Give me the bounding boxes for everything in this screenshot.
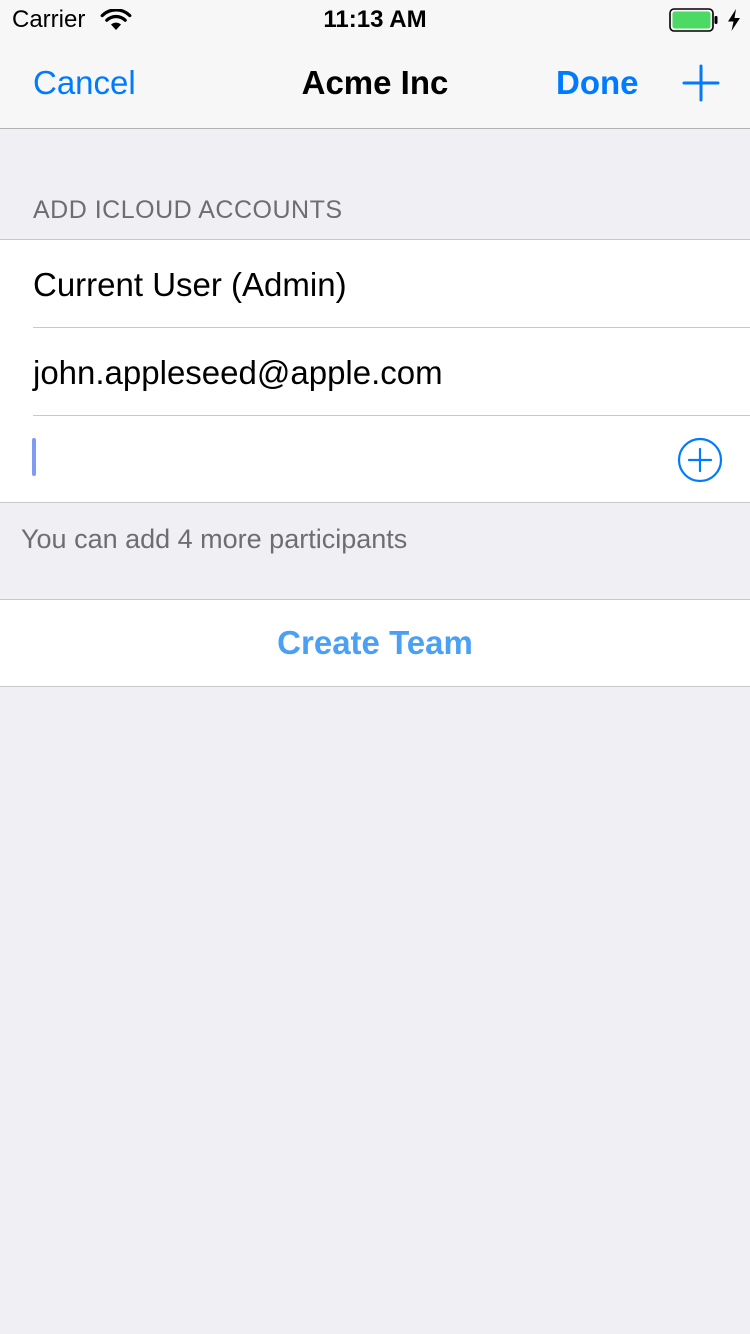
participant-input[interactable] (40, 436, 640, 480)
section-header: ADD ICLOUD ACCOUNTS (33, 196, 343, 224)
plus-icon[interactable] (682, 64, 720, 102)
list-item[interactable]: Current User (Admin) (0, 240, 750, 328)
participant-email: john.appleseed@apple.com (33, 354, 443, 391)
participant-name: Current User (Admin) (33, 266, 347, 303)
create-team-button[interactable]: Create Team (0, 600, 750, 686)
status-time: 11:13 AM (323, 6, 427, 33)
add-circle-icon[interactable] (677, 437, 723, 483)
status-bar: Carrier 11:13 AM (0, 0, 750, 40)
done-button[interactable]: Done (556, 64, 639, 102)
new-participant-row (0, 416, 750, 504)
participants-list: Current User (Admin) john.appleseed@appl… (0, 239, 750, 503)
create-team-cell: Create Team (0, 599, 750, 687)
charging-bolt-icon (728, 9, 740, 31)
header: Carrier 11:13 AM Cancel Acme Inc Done (0, 0, 750, 129)
battery-icon (669, 8, 718, 32)
screen: Carrier 11:13 AM Cancel Acme Inc Done AD… (0, 0, 750, 1334)
text-cursor (32, 438, 36, 476)
participants-remaining-note: You can add 4 more participants (21, 524, 408, 554)
list-item[interactable]: john.appleseed@apple.com (0, 328, 750, 416)
navigation-bar: Cancel Acme Inc Done (0, 40, 750, 129)
